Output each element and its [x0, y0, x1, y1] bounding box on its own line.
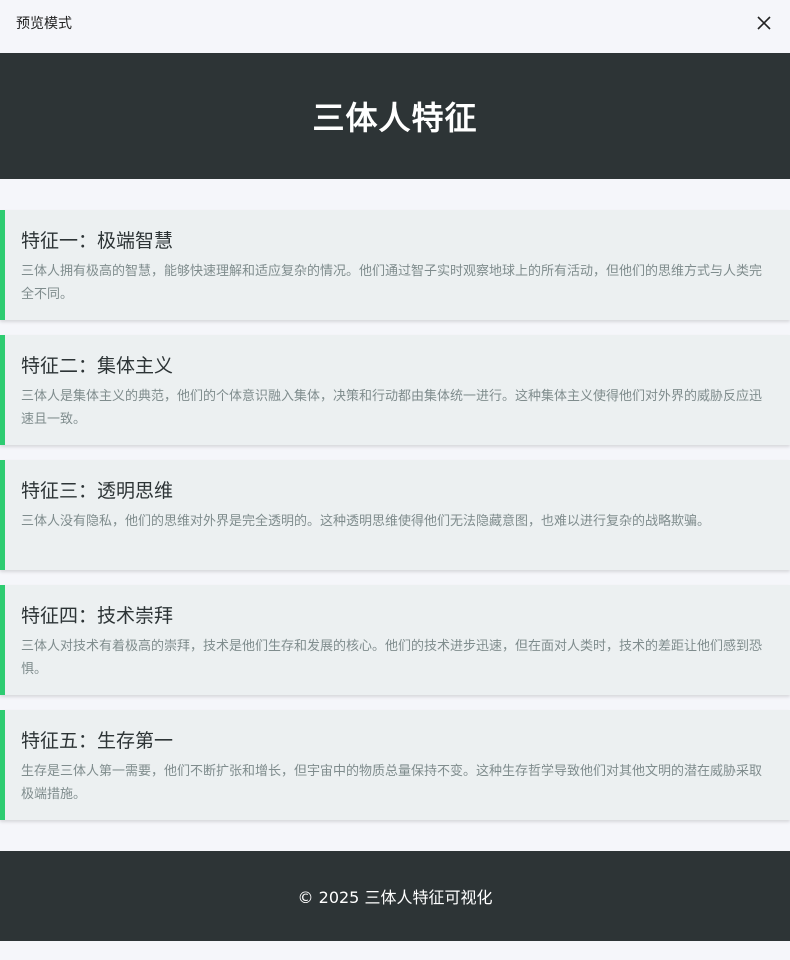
page-title: 三体人特征	[312, 99, 478, 137]
feature-card: 特征四：技术崇拜 三体人对技术有着极高的崇拜，技术是他们生存和发展的核心。他们的…	[0, 585, 790, 695]
feature-card: 特征二：集体主义 三体人是集体主义的典范，他们的个体意识融入集体，决策和行动都由…	[0, 335, 790, 445]
feature-list: 特征一：极端智慧 三体人拥有极高的智慧，能够快速理解和适应复杂的情况。他们通过智…	[0, 210, 790, 835]
feature-title: 特征二：集体主义	[21, 355, 174, 377]
page-header: 三体人特征	[0, 53, 790, 179]
feature-card: 特征一：极端智慧 三体人拥有极高的智慧，能够快速理解和适应复杂的情况。他们通过智…	[0, 210, 790, 320]
feature-card: 特征五：生存第一 生存是三体人第一需要，他们不断扩张和增长，但宇宙中的物质总量保…	[0, 710, 790, 820]
preview-topbar: 预览模式	[0, 0, 790, 46]
close-button[interactable]	[754, 13, 774, 33]
feature-description: 三体人对技术有着极高的崇拜，技术是他们生存和发展的核心。他们的技术进步迅速，但在…	[21, 639, 763, 677]
copyright-text: © 2025 三体人特征可视化	[297, 888, 493, 907]
preview-mode-label: 预览模式	[16, 16, 72, 32]
feature-card: 特征三：透明思维 三体人没有隐私，他们的思维对外界是完全透明的。这种透明思维使得…	[0, 460, 790, 570]
feature-title: 特征三：透明思维	[21, 480, 174, 502]
feature-description: 三体人是集体主义的典范，他们的个体意识融入集体，决策和行动都由集体统一进行。这种…	[21, 389, 763, 427]
feature-description: 三体人没有隐私，他们的思维对外界是完全透明的。这种透明思维使得他们无法隐藏意图，…	[21, 514, 711, 529]
feature-title: 特征五：生存第一	[21, 730, 174, 752]
feature-title: 特征四：技术崇拜	[21, 605, 174, 627]
page-footer: © 2025 三体人特征可视化	[0, 851, 790, 941]
feature-title: 特征一：极端智慧	[21, 230, 174, 252]
close-icon[interactable]	[757, 16, 771, 30]
feature-description: 三体人拥有极高的智慧，能够快速理解和适应复杂的情况。他们通过智子实时观察地球上的…	[21, 264, 763, 302]
feature-description: 生存是三体人第一需要，他们不断扩张和增长，但宇宙中的物质总量保持不变。这种生存哲…	[21, 764, 763, 802]
